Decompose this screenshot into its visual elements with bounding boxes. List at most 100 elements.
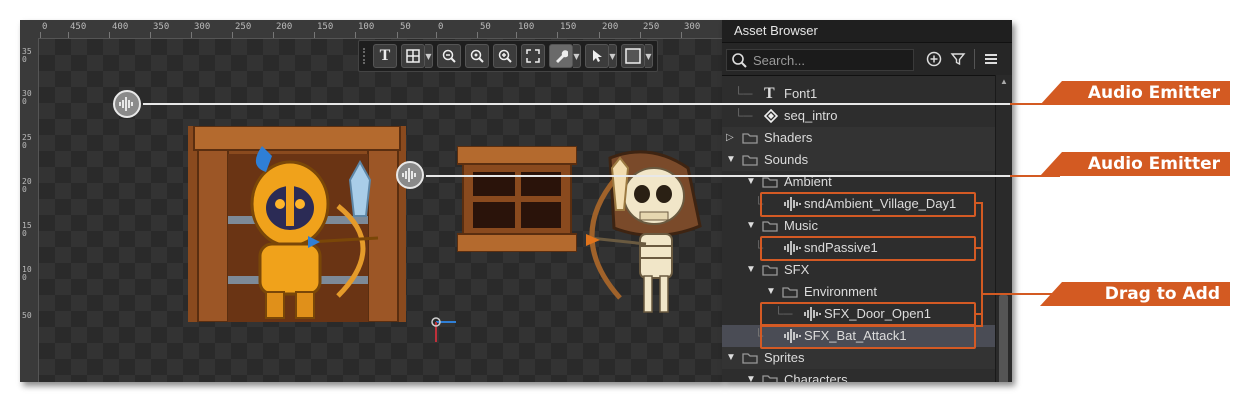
drag-bracket-mid2 [975, 313, 983, 315]
zoom-reset-button[interactable] [465, 44, 489, 68]
font-icon: T [764, 85, 775, 102]
wrench-dropdown-arrow[interactable]: ▼ [573, 44, 581, 68]
tree-item-sfx[interactable]: ▼ SFX [722, 259, 996, 281]
callout-audio-emitter-2: Audio Emitter [1040, 152, 1230, 176]
ruler-label: 400 [112, 22, 129, 32]
tree-item-label: seq_intro [784, 108, 838, 123]
color-button[interactable] [621, 44, 645, 68]
tree-item-label: Font1 [784, 86, 818, 101]
asset-browser-title: Asset Browser [722, 20, 1012, 43]
ruler-label: 250 [643, 22, 660, 32]
chevron-down-icon: ▼ [746, 374, 756, 382]
tree-item-shaders[interactable]: ▷ Shaders [722, 127, 996, 149]
ruler-label: 450 [70, 22, 87, 32]
asset-tools [926, 49, 999, 69]
wrench-button[interactable] [549, 44, 573, 68]
zoom-out-icon [442, 49, 456, 63]
callout-label: Drag to Add [1104, 284, 1220, 304]
skeleton-sprite[interactable] [560, 148, 710, 320]
scroll-up-arrow[interactable]: ▲ [996, 75, 1012, 89]
ruler-label: 250 [22, 133, 32, 150]
drag-callout-line [981, 293, 1061, 295]
ruler-label: 0 [438, 22, 444, 32]
highlight-box-bat [760, 324, 976, 349]
toolbar-grip[interactable] [363, 48, 369, 64]
drag-bracket-vertical [981, 202, 983, 326]
menu-icon[interactable] [983, 51, 999, 67]
chevron-down-icon: ▼ [766, 286, 776, 297]
ruler-label: 100 [358, 22, 375, 32]
tree-item-seq-intro[interactable]: └─ seq_intro [722, 105, 996, 127]
highlight-box-ambient [760, 192, 976, 217]
zoom-reset-icon [470, 49, 484, 63]
pointer-dropdown-arrow[interactable]: ▼ [609, 44, 617, 68]
tree-item-sounds[interactable]: ▼ Sounds [722, 149, 996, 171]
tree-item-music[interactable]: ▼ Music [722, 215, 996, 237]
asset-browser-panel: Asset Browser └─ T Font1 └─ seq_intro [722, 20, 1012, 382]
grid-dropdown-arrow[interactable]: ▼ [425, 44, 433, 68]
callout-audio-emitter-1: Audio Emitter [1040, 81, 1230, 105]
zoom-in-button[interactable] [493, 44, 517, 68]
tree-item-label: Characters [784, 372, 848, 382]
room-editor[interactable]: 0 450 400 350 300 250 200 150 100 50 0 5… [20, 20, 722, 382]
text-tool-icon: T [379, 47, 391, 64]
ruler-label: 350 [22, 47, 32, 64]
toolbar-separator [974, 49, 975, 69]
ruler-label: 50 [480, 22, 491, 32]
tree-item-environment[interactable]: ▼ Environment [722, 281, 996, 303]
callout-label: Audio Emitter [1087, 83, 1220, 103]
text-tool-button[interactable]: T [373, 44, 397, 68]
tree-row-partial [722, 67, 996, 75]
ruler-label: 100 [22, 265, 32, 282]
fit-icon [526, 49, 540, 63]
ruler-label: 300 [684, 22, 701, 32]
callout-drag-to-add: Drag to Add [1040, 282, 1230, 306]
ruler-label: 200 [602, 22, 619, 32]
wrench-icon [556, 50, 568, 63]
ruler-label: 200 [276, 22, 293, 32]
ruler-label: 0 [42, 22, 48, 32]
sequence-icon [764, 109, 778, 123]
pointer-button[interactable] [585, 44, 609, 68]
callout-line-emitter1 [143, 103, 1053, 105]
drag-bracket-mid1 [975, 247, 983, 249]
grid-button[interactable] [401, 44, 425, 68]
scrollbar-thumb[interactable] [999, 295, 1008, 382]
tree-guide-icon: └─ [734, 86, 753, 101]
tree-item-sprites[interactable]: ▼ Sprites [722, 347, 996, 369]
chevron-down-icon: ▼ [746, 220, 756, 231]
tree-item-font1[interactable]: └─ T Font1 [722, 83, 996, 105]
folder-icon [762, 221, 778, 232]
callout-line-emitter2 [426, 175, 1056, 177]
pointer-icon [593, 50, 602, 62]
drag-bracket-top [975, 202, 983, 204]
asset-tree: └─ T Font1 └─ seq_intro ▷ Shaders ▼ Soun… [722, 75, 996, 382]
ruler-label: 150 [22, 221, 32, 238]
tree-item-characters[interactable]: ▼ Characters [722, 369, 996, 382]
folder-icon [762, 265, 778, 276]
folder-icon [762, 177, 778, 188]
audio-emitter-2[interactable] [396, 161, 424, 189]
folder-icon [742, 133, 758, 144]
asset-scrollbar[interactable]: ▲ [995, 75, 1012, 382]
zoom-out-button[interactable] [437, 44, 461, 68]
zoom-in-icon [498, 49, 512, 63]
ruler-label: 150 [317, 22, 334, 32]
knight-sprite[interactable] [188, 125, 406, 323]
tree-item-label: Music [784, 218, 818, 233]
fit-view-button[interactable] [521, 44, 545, 68]
folder-icon [742, 353, 758, 364]
highlight-box-passive [760, 236, 976, 261]
ruler-label: 250 [235, 22, 252, 32]
search-input[interactable] [751, 51, 905, 69]
audio-emitter-1[interactable] [113, 90, 141, 118]
color-dropdown-arrow[interactable]: ▼ [645, 44, 653, 68]
window-sprite[interactable] [456, 145, 578, 253]
chevron-down-icon: ▼ [726, 352, 736, 363]
add-asset-icon[interactable] [926, 51, 942, 67]
tree-item-label: Shaders [764, 130, 813, 145]
filter-icon[interactable] [950, 51, 966, 67]
ruler-label: 50 [400, 22, 411, 32]
tree-item-label: SFX [784, 262, 810, 277]
tree-item-label: Environment [804, 284, 877, 299]
